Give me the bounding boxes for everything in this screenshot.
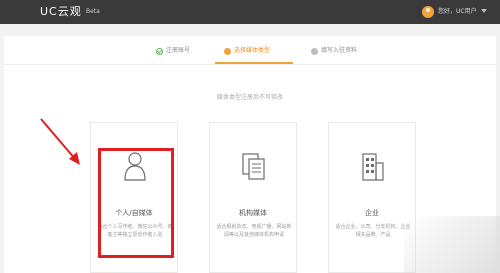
app-logo[interactable]: UC云观 [40,5,82,19]
media-type-card-enterprise[interactable]: 企业 适合企业、公司、分支机构、企业相关品牌、产品 [328,122,416,273]
step-select-type: 选择媒体类型 [224,47,270,55]
check-circle-icon [156,47,163,55]
step-label: 选择媒体类型 [234,47,271,54]
faded-overlay [404,216,500,273]
card-description: 适合报纸杂志、电视广播、网站新闻等以及其他媒体机构申请 [216,224,292,238]
divider [4,64,496,65]
step-active-icon [224,47,231,55]
card-title: 机构媒体 [239,209,267,217]
user-avatar[interactable] [422,6,434,18]
user-greeting[interactable]: 您好，UC用户 [438,8,477,16]
step-label: 填写入驻资料 [321,47,358,54]
document-icon [242,153,265,180]
step-label: 注册账号 [166,47,191,54]
top-bar: UC云观 Beta 您好，UC用户 [0,0,500,24]
highlight-box [98,148,174,258]
step-pending-icon [311,47,318,55]
chevron-down-icon[interactable] [481,9,487,13]
beta-badge: Beta [86,8,100,15]
media-type-card-organization[interactable]: 机构媒体 适合报纸杂志、电视广播、网站新闻等以及其他媒体机构申请 [209,122,297,273]
step-register: 注册账号 [156,47,190,55]
card-title: 企业 [365,209,379,217]
type-hint: 媒体类型注册后不可修改 [216,94,283,101]
building-icon [362,153,384,181]
card-description: 适合企业、公司、分支机构、企业相关品牌、产品 [335,224,411,238]
annotation-arrow-icon [40,118,80,165]
step-fill-info: 填写入驻资料 [311,47,357,55]
